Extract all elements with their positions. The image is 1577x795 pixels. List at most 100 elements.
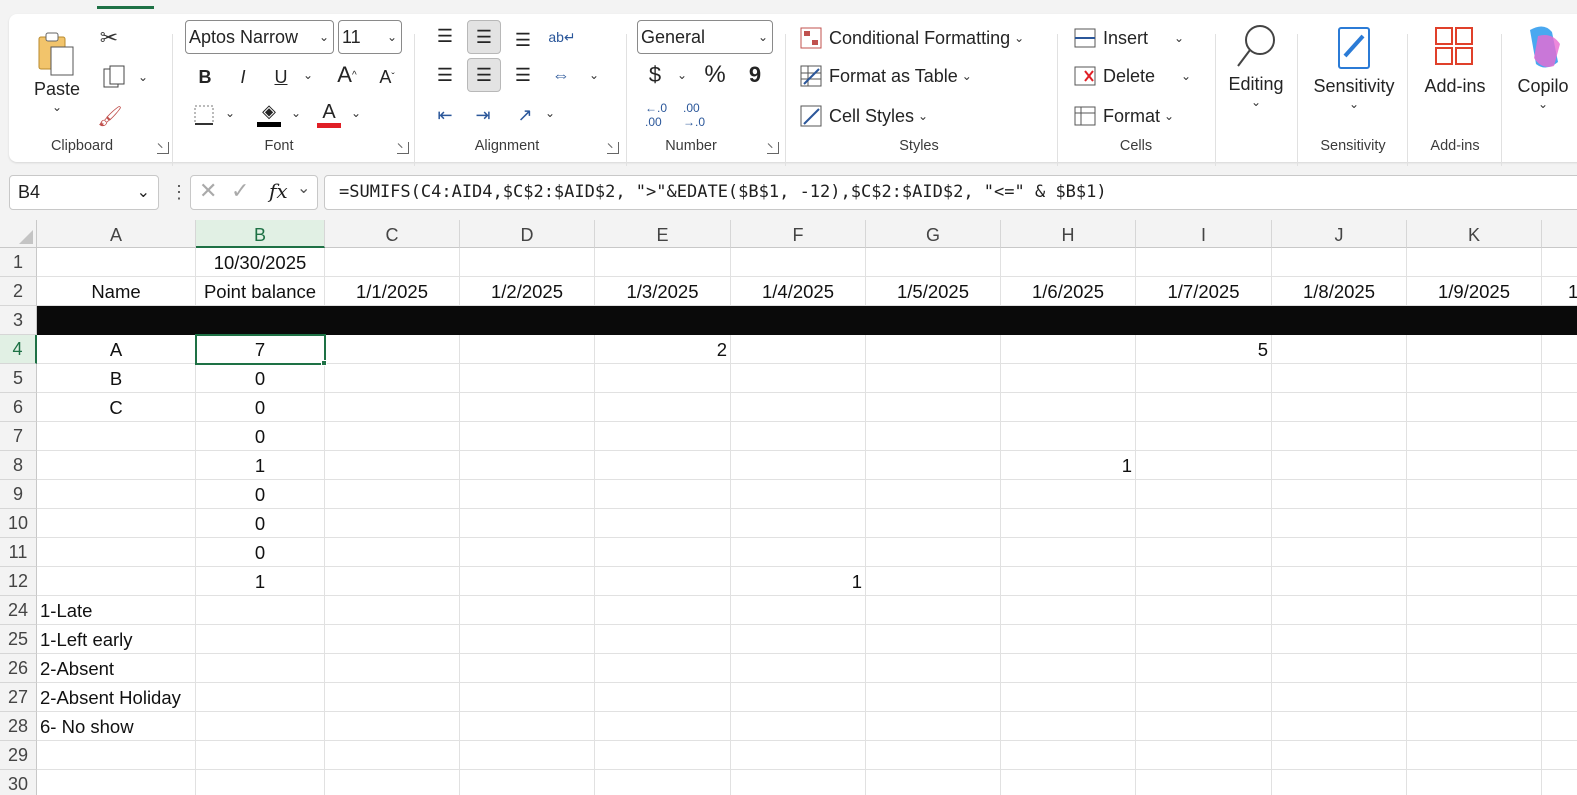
cell-e6[interactable]: [595, 393, 731, 422]
cell-d6[interactable]: [460, 393, 595, 422]
cell-g1[interactable]: [866, 248, 1001, 277]
cut-button[interactable]: ✂: [97, 24, 121, 52]
cell-f6[interactable]: [731, 393, 866, 422]
cell-k4[interactable]: [1407, 335, 1542, 364]
cell-a25[interactable]: 1-Left early: [37, 625, 196, 654]
underline-button[interactable]: U: [269, 62, 293, 92]
cell-j9[interactable]: [1272, 480, 1407, 509]
orientation-button[interactable]: ↗: [509, 100, 541, 130]
cell-j10[interactable]: [1272, 509, 1407, 538]
column-header-f[interactable]: F: [731, 220, 866, 248]
cell-k1[interactable]: [1407, 248, 1542, 277]
cell-j11[interactable]: [1272, 538, 1407, 567]
cell-g28[interactable]: [866, 712, 1001, 741]
cell-b12[interactable]: 1: [196, 567, 325, 596]
cell-f1[interactable]: [731, 248, 866, 277]
cell-h11[interactable]: [1001, 538, 1136, 567]
cell-g10[interactable]: [866, 509, 1001, 538]
row-header-7[interactable]: 7: [0, 422, 37, 451]
cell-h26[interactable]: [1001, 654, 1136, 683]
row-header-25[interactable]: 25: [0, 625, 37, 654]
increase-decimal-button[interactable]: ←.0.00: [641, 100, 671, 130]
cell-i9[interactable]: [1136, 480, 1272, 509]
comma-style-button[interactable]: 9: [743, 60, 767, 90]
name-box[interactable]: B4 ⌄: [9, 175, 159, 210]
cell-h27[interactable]: [1001, 683, 1136, 712]
cell-b30[interactable]: [196, 770, 325, 795]
cell-c10[interactable]: [325, 509, 460, 538]
cell-j6[interactable]: [1272, 393, 1407, 422]
cell-g9[interactable]: [866, 480, 1001, 509]
cell-d30[interactable]: [460, 770, 595, 795]
cell-l2[interactable]: 1: [1542, 277, 1577, 306]
enter-icon[interactable]: ✓: [231, 178, 249, 204]
underline-dropdown-icon[interactable]: ⌄: [303, 68, 313, 82]
cell-l12[interactable]: [1542, 567, 1577, 596]
cell-e8[interactable]: [595, 451, 731, 480]
row-header-5[interactable]: 5: [0, 364, 37, 393]
cell-g25[interactable]: [866, 625, 1001, 654]
cell-d2[interactable]: 1/2/2025: [460, 277, 595, 306]
row-header-30[interactable]: 30: [0, 770, 37, 795]
column-header-k[interactable]: K: [1407, 220, 1542, 248]
row-header-9[interactable]: 9: [0, 480, 37, 509]
row-header-10[interactable]: 10: [0, 509, 37, 538]
active-cell-selection[interactable]: [195, 334, 326, 365]
row-header-2[interactable]: 2: [0, 277, 37, 306]
cell-a10[interactable]: [37, 509, 196, 538]
column-header-a[interactable]: A: [37, 220, 196, 248]
cell-j1[interactable]: [1272, 248, 1407, 277]
cell-d4[interactable]: [460, 335, 595, 364]
sensitivity-button[interactable]: Sensitivity ⌄: [1309, 22, 1399, 126]
wrap-text-button[interactable]: ab↵: [547, 22, 577, 52]
cell-d1[interactable]: [460, 248, 595, 277]
column-header-g[interactable]: G: [866, 220, 1001, 248]
cell-l7[interactable]: [1542, 422, 1577, 451]
cell-l26[interactable]: [1542, 654, 1577, 683]
cell-c1[interactable]: [325, 248, 460, 277]
cell-i2[interactable]: 1/7/2025: [1136, 277, 1272, 306]
increase-indent-button[interactable]: ⇥: [467, 100, 499, 130]
cell-b29[interactable]: [196, 741, 325, 770]
cell-l5[interactable]: [1542, 364, 1577, 393]
cell-c12[interactable]: [325, 567, 460, 596]
cell-e26[interactable]: [595, 654, 731, 683]
cell-c6[interactable]: [325, 393, 460, 422]
cell-c11[interactable]: [325, 538, 460, 567]
cell-a8[interactable]: [37, 451, 196, 480]
cell-e24[interactable]: [595, 596, 731, 625]
cell-l28[interactable]: [1542, 712, 1577, 741]
cell-e9[interactable]: [595, 480, 731, 509]
cell-b1[interactable]: 10/30/2025: [196, 248, 325, 277]
cell-c4[interactable]: [325, 335, 460, 364]
cell-l1[interactable]: [1542, 248, 1577, 277]
cell-b9[interactable]: 0: [196, 480, 325, 509]
cell-j30[interactable]: [1272, 770, 1407, 795]
row-header-26[interactable]: 26: [0, 654, 37, 683]
align-right-button[interactable]: ☰: [507, 60, 539, 90]
cell-l9[interactable]: [1542, 480, 1577, 509]
delete-button[interactable]: Delete ⌄: [1073, 60, 1191, 92]
cell-i10[interactable]: [1136, 509, 1272, 538]
cell-f26[interactable]: [731, 654, 866, 683]
cell-g29[interactable]: [866, 741, 1001, 770]
cell-e5[interactable]: [595, 364, 731, 393]
cell-d12[interactable]: [460, 567, 595, 596]
cell-i7[interactable]: [1136, 422, 1272, 451]
cell-k5[interactable]: [1407, 364, 1542, 393]
cell-a7[interactable]: [37, 422, 196, 451]
cell-h28[interactable]: [1001, 712, 1136, 741]
cell-h25[interactable]: [1001, 625, 1136, 654]
cell-a4[interactable]: A: [37, 335, 196, 364]
cell-d7[interactable]: [460, 422, 595, 451]
cell-a24[interactable]: 1-Late: [37, 596, 196, 625]
column-header-b[interactable]: B: [196, 220, 325, 248]
cell-c9[interactable]: [325, 480, 460, 509]
cell-e2[interactable]: 1/3/2025: [595, 277, 731, 306]
align-center-button[interactable]: ☰: [467, 58, 501, 92]
fill-color-dropdown-icon[interactable]: ⌄: [291, 106, 301, 120]
number-format-dropdown[interactable]: General ⌄: [637, 20, 773, 54]
cell-l24[interactable]: [1542, 596, 1577, 625]
cell-j12[interactable]: [1272, 567, 1407, 596]
cell-j27[interactable]: [1272, 683, 1407, 712]
